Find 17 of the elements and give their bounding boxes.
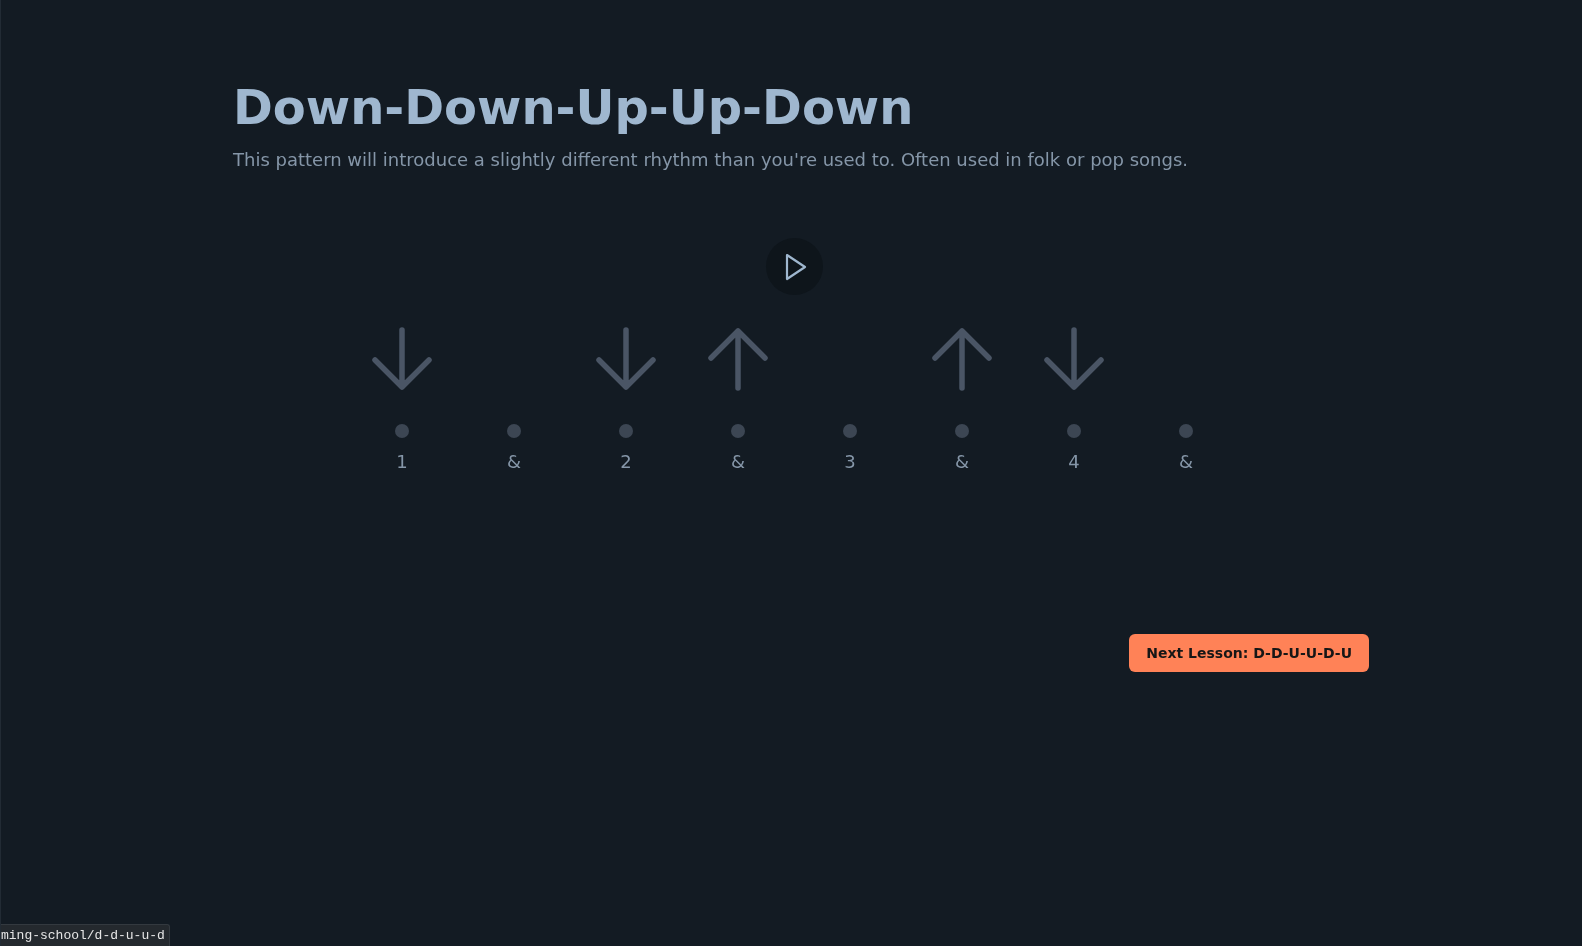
lesson-description: This pattern will introduce a slightly different rhythm than you're used to. Often used in folk or pop songs. [233, 148, 1189, 172]
down-arrow-icon [594, 327, 658, 391]
down-arrow-icon [1042, 327, 1106, 391]
up-arrow-icon [930, 327, 994, 391]
beat-label: & [506, 450, 521, 474]
beat-label: & [1178, 450, 1193, 474]
beat-label: & [954, 450, 969, 474]
beat-label: 3 [844, 450, 856, 474]
down-arrow-icon [370, 327, 434, 391]
play-icon [784, 252, 807, 281]
beat-label: 4 [1068, 450, 1080, 474]
beat-label: 1 [396, 450, 408, 474]
beat-label: 2 [620, 450, 632, 474]
link-url-tooltip: ming-school/d-d-u-u-d [1, 924, 170, 946]
next-lesson-button[interactable]: Next Lesson: D-D-U-U-D-U [1129, 634, 1369, 672]
up-arrow-icon [706, 327, 770, 391]
beat-label: & [730, 450, 745, 474]
